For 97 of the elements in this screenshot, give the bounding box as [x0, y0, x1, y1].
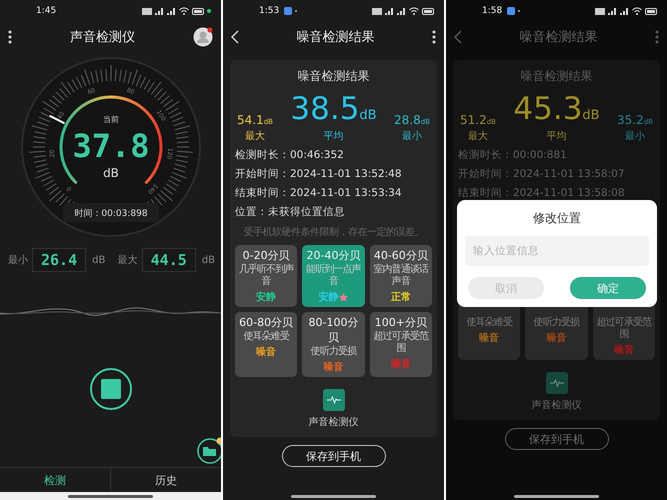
- battery-icon: [645, 8, 657, 14]
- detail-line: 结束时间：2024-11-01 13:58:08: [458, 186, 626, 200]
- gauge-unit: dB: [102, 166, 118, 180]
- stat-value: 45.3: [513, 91, 582, 127]
- wifi-icon: [409, 7, 419, 15]
- level-label: 安静: [256, 290, 276, 304]
- level-description: 几乎听不到声音: [238, 264, 295, 288]
- stat-label: 平均: [323, 130, 344, 143]
- level-range: 20-40分贝: [306, 248, 360, 263]
- stat-value: 51.2: [460, 113, 487, 127]
- stat-value: 28.8: [394, 113, 421, 127]
- detail-line: 检测时长：00:46:352: [235, 148, 345, 162]
- dialog-title: 修改位置: [532, 210, 582, 227]
- stat-label: 平均: [546, 130, 566, 143]
- network-icon: [142, 8, 152, 14]
- stat-unit: dB: [582, 108, 600, 123]
- wifi-icon: [632, 7, 642, 15]
- level-label: 正常: [390, 290, 411, 304]
- range-unit: dB: [92, 254, 106, 266]
- level-description: 超过可承受范围: [372, 331, 430, 355]
- signal-icon: [167, 8, 176, 14]
- wifi-icon: [179, 7, 189, 15]
- level-range: 80-100分贝: [308, 315, 360, 345]
- level-description: 能听到一点声音: [305, 264, 362, 288]
- level-description: 使耳朵难受: [466, 317, 512, 329]
- stat-label: 最小: [625, 130, 645, 143]
- location-input[interactable]: 输入位置信息: [465, 236, 649, 266]
- battery-icon: [192, 8, 204, 14]
- signal-icon: [155, 8, 164, 14]
- network-icon: [595, 8, 605, 14]
- avatar-icon[interactable]: [193, 27, 213, 47]
- menu-icon[interactable]: [8, 30, 12, 44]
- star-icon: [339, 292, 348, 302]
- status-time: 1:53: [259, 6, 280, 16]
- range-label: 最小: [8, 254, 28, 267]
- level-description: 使听力受损: [310, 346, 356, 358]
- notification-icon: [284, 7, 292, 15]
- stat-value: 38.5: [290, 91, 360, 127]
- status-dot-icon: [207, 9, 211, 13]
- range-unit: dB: [202, 254, 215, 266]
- disclaimer-text: 受手机软硬件条件限制，存在一定的误差。: [242, 226, 425, 239]
- detail-line: 结束时间：2024-11-01 13:53:34: [235, 186, 403, 200]
- signal-icon: [620, 8, 629, 14]
- range-label: 最大: [118, 254, 138, 267]
- detail-line: 开始时间：2024-11-01 13:58:07: [458, 167, 626, 181]
- level-description: 使听力受损: [534, 317, 580, 329]
- level-range: 0-20分贝: [242, 248, 290, 263]
- screen-title: 噪音检测结果: [296, 29, 376, 46]
- card-title: 噪音检测结果: [296, 68, 370, 85]
- app-label: 声音检测仪: [308, 416, 358, 429]
- battery-icon: [422, 8, 434, 14]
- detail-line: 位置：未获得位置信息: [235, 205, 346, 219]
- bottom-tab[interactable]: 检测: [0, 468, 110, 492]
- stat-unit: dB: [359, 108, 377, 123]
- level-range: 100+分贝: [374, 315, 427, 330]
- save-button[interactable]: 保存到手机: [504, 428, 608, 450]
- timer-text: 时间：00:03:898: [74, 209, 148, 219]
- gauge-value: 37.8: [72, 127, 150, 165]
- app-icon: [322, 389, 344, 411]
- signal-icon: [608, 8, 617, 14]
- level-description: 超过可承受范围: [596, 317, 653, 341]
- screen-title: 噪音检测结果: [518, 29, 598, 46]
- detail-line: 开始时间：2024-11-01 13:52:48: [235, 167, 403, 181]
- stop-button[interactable]: [90, 368, 132, 410]
- level-label: 噪音: [256, 345, 276, 359]
- stat-value: 54.1: [237, 113, 264, 127]
- level-description: 使耳朵难受: [243, 331, 289, 343]
- level-label: 噪音: [323, 360, 344, 374]
- level-range: 60-80分贝: [239, 315, 294, 330]
- level-label: 噪音: [614, 343, 634, 357]
- stat-label: 最大: [244, 130, 265, 143]
- screen-title: 声音检测仪: [69, 29, 136, 46]
- notification-icon: [507, 7, 516, 15]
- stat-value: 35.2: [617, 113, 644, 127]
- status-time: 1:45: [36, 6, 56, 16]
- signal-icon: [397, 8, 406, 14]
- app-icon: [546, 372, 568, 394]
- level-label: 噪音: [390, 357, 411, 371]
- app-label: 声音检测仪: [532, 398, 582, 412]
- level-description: 室内普通谈话声音: [372, 264, 430, 288]
- stat-label: 最大: [468, 130, 488, 143]
- range-value: 44.5: [142, 248, 196, 272]
- status-time: 1:58: [482, 6, 502, 16]
- range-value: 26.4: [32, 248, 86, 272]
- detail-line: 检测时长：00:00:881: [458, 148, 568, 162]
- card-title: 噪音检测结果: [520, 68, 594, 85]
- level-range: 40-60分贝: [374, 248, 428, 263]
- signal-icon: [385, 8, 394, 14]
- level-label: 噪音: [479, 331, 500, 345]
- save-button[interactable]: 保存到手机: [282, 445, 386, 467]
- gauge-caption: 当前: [102, 115, 118, 124]
- more-icon[interactable]: [432, 30, 436, 44]
- folder-button[interactable]: [196, 436, 221, 464]
- level-label: 安静: [318, 290, 338, 304]
- level-label: 噪音: [546, 331, 566, 345]
- stat-label: 最小: [402, 130, 422, 143]
- network-icon: [372, 8, 382, 14]
